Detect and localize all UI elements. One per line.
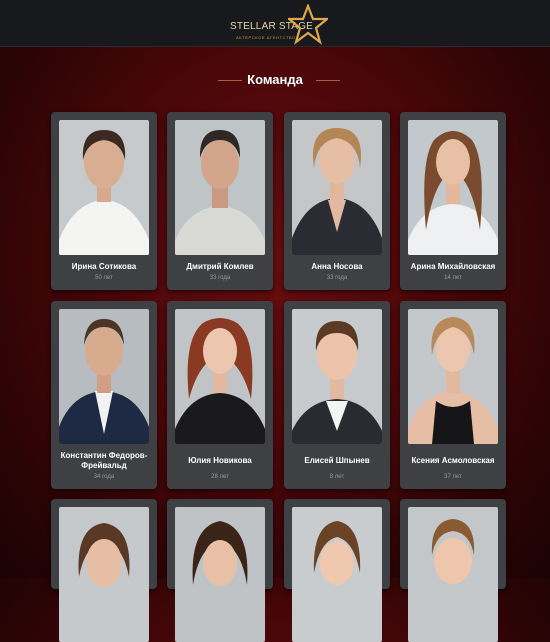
section-title: Команда xyxy=(247,72,303,87)
actor-age: 33 года xyxy=(209,275,231,281)
team-card[interactable]: Дмитрий Комлев 33 года xyxy=(167,112,273,290)
actor-name: Анна Носова xyxy=(311,262,363,271)
team-card[interactable]: Юлия Новикова 28 лет xyxy=(167,301,273,489)
actor-name: Дмитрий Комлев xyxy=(186,262,254,271)
actor-age: 28 лет xyxy=(211,474,229,480)
team-card[interactable]: Константин Федоров-Фрейвальд 34 года xyxy=(51,301,157,489)
actor-photo xyxy=(59,507,149,642)
actor-photo xyxy=(175,507,265,642)
actor-photo xyxy=(175,120,265,255)
title-divider-right xyxy=(316,80,340,81)
actor-name: Арина Михайловская xyxy=(410,262,496,271)
team-card[interactable] xyxy=(400,499,506,642)
actor-photo xyxy=(59,120,149,255)
actor-age: 34 года xyxy=(93,474,115,480)
actor-name: Ксения Асмоловская xyxy=(411,456,495,465)
actor-photo xyxy=(292,507,382,642)
actor-name: Ирина Сотикова xyxy=(71,262,137,271)
actor-photo xyxy=(59,309,149,444)
actor-name: Юлия Новикова xyxy=(188,456,252,465)
actor-age: 37 лет xyxy=(444,474,462,480)
actor-name: Елисей Шпынев xyxy=(304,456,370,465)
actor-age: 8 лет xyxy=(329,474,345,480)
team-card[interactable]: Елисей Шпынев 8 лет xyxy=(284,301,390,489)
actor-age: 50 лет xyxy=(95,275,113,281)
team-card[interactable] xyxy=(167,499,273,642)
star-icon xyxy=(288,4,328,45)
actor-name: Константин Федоров-Фрейвальд xyxy=(60,451,148,470)
actor-photo xyxy=(175,309,265,444)
actor-photo xyxy=(292,309,382,444)
actor-photo xyxy=(408,120,498,255)
team-card[interactable] xyxy=(284,499,390,642)
actor-photo xyxy=(408,309,498,444)
actor-photo xyxy=(292,120,382,255)
brand-logo[interactable]: STELLAR STAGE АКТЁРСКОЕ АГЕНТСТВО xyxy=(228,4,328,45)
site-header: STELLAR STAGE АКТЁРСКОЕ АГЕНТСТВО xyxy=(0,0,550,47)
team-card[interactable]: Арина Михайловская 14 лет xyxy=(400,112,506,290)
team-card[interactable]: Ирина Сотикова 50 лет xyxy=(51,112,157,290)
brand-tagline: АКТЁРСКОЕ АГЕНТСТВО xyxy=(236,35,296,40)
team-card[interactable]: Ксения Асмоловская 37 лет xyxy=(400,301,506,489)
actor-age: 14 лет xyxy=(444,275,462,281)
actor-age: 33 года xyxy=(326,275,348,281)
team-card[interactable]: Анна Носова 33 года xyxy=(284,112,390,290)
team-card[interactable] xyxy=(51,499,157,642)
actor-photo xyxy=(408,507,498,642)
